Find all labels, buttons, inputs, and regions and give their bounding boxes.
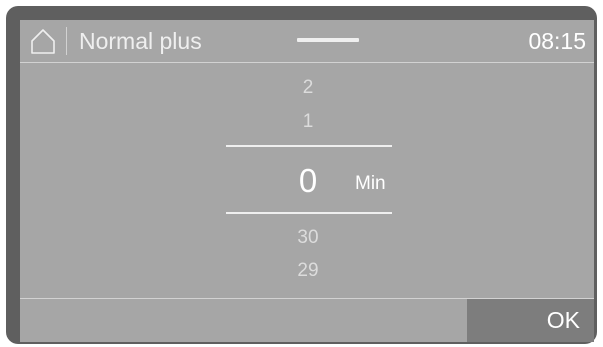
unit-label: Min bbox=[355, 173, 386, 194]
home-button[interactable] bbox=[30, 28, 56, 54]
clock-time: 08:15 bbox=[528, 28, 586, 54]
picker-option[interactable]: 1 bbox=[258, 110, 358, 134]
picker-option[interactable]: 30 bbox=[258, 226, 358, 250]
selection-line-bottom bbox=[226, 212, 392, 214]
header-bar: Normal plus 08:15 bbox=[20, 20, 594, 63]
header-divider bbox=[66, 27, 67, 55]
ok-button[interactable]: OK bbox=[467, 299, 594, 342]
picker-option[interactable]: 2 bbox=[258, 76, 358, 100]
display-screen: Normal plus 08:15 2 1 0 Min 30 29 OK bbox=[20, 20, 594, 342]
program-title: Normal plus bbox=[79, 28, 202, 54]
home-icon bbox=[31, 29, 55, 54]
selection-line-top bbox=[226, 145, 392, 147]
picker-option[interactable]: 29 bbox=[258, 259, 358, 283]
selected-minutes-value[interactable]: 0 bbox=[273, 161, 343, 201]
